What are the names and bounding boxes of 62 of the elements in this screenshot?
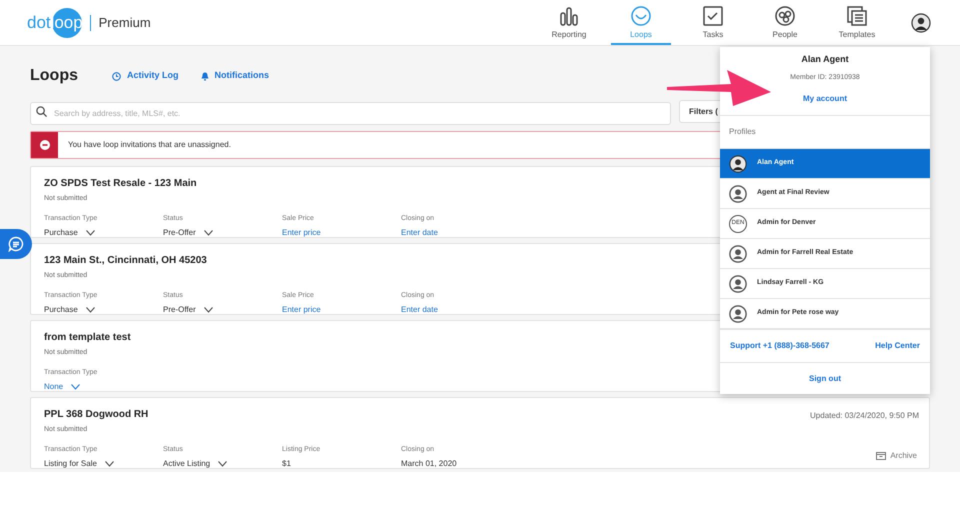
- field-dropdown[interactable]: Pre-Offer: [163, 227, 282, 239]
- field-dropdown[interactable]: Pre-Offer: [163, 304, 282, 316]
- sign-out-link[interactable]: Sign out: [809, 372, 841, 384]
- chat-icon: [8, 236, 24, 252]
- chat-button[interactable]: [0, 229, 32, 259]
- profiles-heading: Profiles: [728, 126, 757, 138]
- bell-icon: [200, 72, 209, 80]
- chevron-down-icon: [86, 230, 95, 236]
- loop-title: PPL 368 Dogwood RH: [44, 408, 148, 422]
- user-avatar-button[interactable]: [911, 12, 931, 32]
- field-link[interactable]: Enter price: [282, 304, 401, 316]
- field-link[interactable]: Enter date: [401, 304, 520, 316]
- clock-icon: [112, 72, 121, 80]
- nav-tab[interactable]: Templates: [827, 0, 887, 45]
- field-dropdown[interactable]: Purchase: [44, 304, 163, 316]
- chevron-down-icon: [204, 230, 213, 236]
- person-avatar-icon: [729, 304, 747, 322]
- nav-tab[interactable]: People: [755, 0, 815, 45]
- updated-time: Updated: 03/24/2020, 9:50 PM: [810, 410, 919, 422]
- chevron-down-icon: [86, 307, 95, 313]
- header-link[interactable]: Notifications: [200, 69, 270, 83]
- page-title: Loops: [30, 66, 78, 86]
- checkbox-icon: [702, 5, 724, 27]
- support-link[interactable]: Support +1 (888)-368-5667: [730, 340, 830, 352]
- alert-message: You have loop invitations that are unassigned.: [68, 139, 231, 151]
- field-link[interactable]: Enter date: [401, 227, 520, 239]
- loop-title: 123 Main St., Cincinnati, OH 45203: [44, 254, 207, 268]
- archive-button[interactable]: Archive: [876, 450, 917, 462]
- field-dropdown[interactable]: Purchase: [44, 227, 163, 239]
- header-link[interactable]: Activity Log: [112, 69, 179, 83]
- person-avatar-icon: [729, 184, 747, 202]
- chevron-down-icon: [104, 461, 114, 467]
- person-avatar-icon: [729, 274, 747, 292]
- avatar-icon: [729, 154, 747, 172]
- field-dropdown[interactable]: Listing for Sale: [44, 458, 163, 470]
- field-value: $1: [282, 458, 292, 470]
- chevron-down-icon: [71, 384, 80, 390]
- search-icon: [36, 106, 47, 117]
- field-link[interactable]: Enter price: [282, 227, 401, 239]
- minus-circle-icon: [40, 140, 50, 150]
- help-center-link[interactable]: Help Center: [875, 340, 920, 352]
- field-value: March 01, 2020: [401, 458, 458, 470]
- chevron-down-icon: [218, 461, 228, 467]
- logo-text: dot: [27, 12, 51, 34]
- people-icon: [774, 5, 796, 27]
- my-account-link[interactable]: My account: [802, 93, 847, 105]
- account-name: Alan Agent: [801, 53, 849, 66]
- plan-label: Premium: [98, 14, 151, 32]
- chevron-down-icon: [204, 307, 213, 313]
- nav-tab[interactable]: Reporting: [539, 0, 599, 45]
- loop-title: ZO SPDS Test Resale - 123 Main: [44, 177, 197, 191]
- avatar-icon: [911, 12, 931, 32]
- nav-tab[interactable]: Tasks: [683, 0, 743, 45]
- search-field[interactable]: Search by address, title, MLS#, etc.: [30, 102, 671, 125]
- loop-title: from template test: [44, 331, 131, 345]
- person-avatar-icon: [729, 244, 747, 262]
- field-dropdown[interactable]: None: [44, 381, 163, 393]
- documents-icon: [846, 5, 868, 27]
- smile-circle-icon: [630, 5, 652, 27]
- field-dropdown[interactable]: Active Listing: [163, 458, 282, 470]
- archive-box-icon: [876, 452, 886, 460]
- bar-chart-icon: [558, 5, 580, 27]
